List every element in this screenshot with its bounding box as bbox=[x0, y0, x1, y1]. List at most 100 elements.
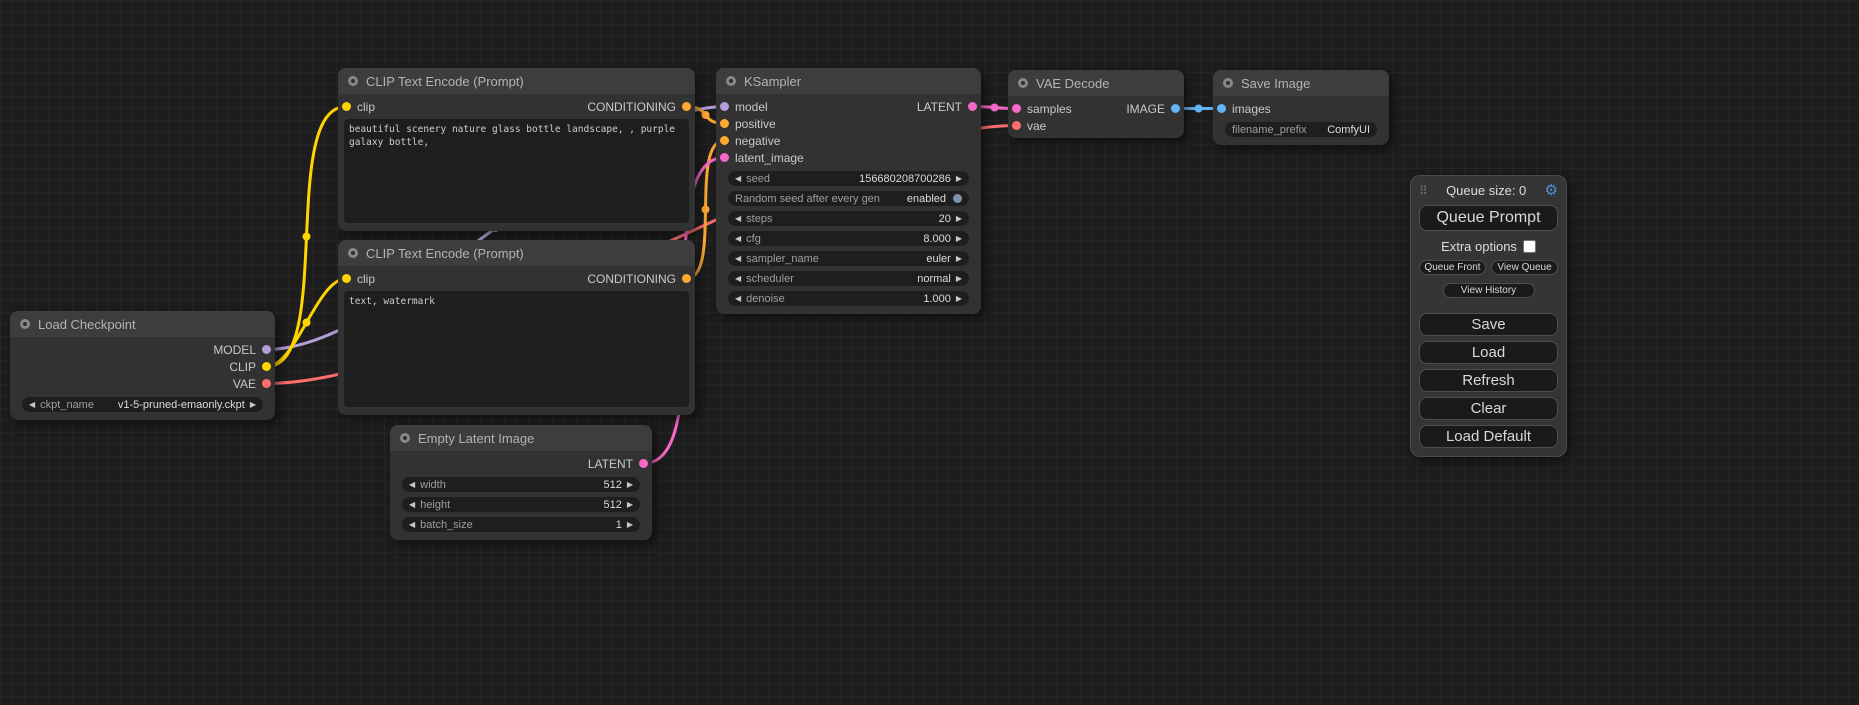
input-slot-negative[interactable] bbox=[720, 136, 729, 145]
node-title-bar[interactable]: Empty Latent Image bbox=[390, 425, 652, 451]
drag-handle-icon[interactable]: ⠿ bbox=[1419, 184, 1428, 198]
decrement-arrow-icon[interactable]: ◀ bbox=[735, 215, 741, 223]
output-slot-latent[interactable] bbox=[968, 102, 977, 111]
decrement-arrow-icon[interactable]: ◀ bbox=[735, 275, 741, 283]
collapse-icon[interactable] bbox=[1223, 78, 1233, 88]
prompt-text-input[interactable]: text, watermark bbox=[344, 291, 689, 407]
decrement-arrow-icon[interactable]: ◀ bbox=[735, 175, 741, 183]
increment-arrow-icon[interactable]: ▶ bbox=[250, 401, 256, 409]
save-button[interactable]: Save bbox=[1419, 313, 1558, 336]
input-slot-clip[interactable] bbox=[342, 102, 351, 111]
node-vae-decode[interactable]: VAE Decode samples IMAGE vae bbox=[1008, 70, 1184, 138]
decrement-arrow-icon[interactable]: ◀ bbox=[409, 521, 415, 529]
queue-prompt-button[interactable]: Queue Prompt bbox=[1419, 205, 1558, 231]
node-clip-text-encode-positive[interactable]: CLIP Text Encode (Prompt) clip CONDITION… bbox=[338, 68, 695, 231]
load-button[interactable]: Load bbox=[1419, 341, 1558, 364]
increment-arrow-icon[interactable]: ▶ bbox=[627, 481, 633, 489]
widget-value: ComfyUI bbox=[1327, 124, 1370, 136]
widget-height[interactable]: ◀ height 512 ▶ bbox=[402, 497, 640, 512]
collapse-icon[interactable] bbox=[20, 319, 30, 329]
view-queue-button[interactable]: View Queue bbox=[1491, 260, 1558, 275]
output-slot-clip[interactable] bbox=[262, 362, 271, 371]
node-ksampler[interactable]: KSampler model LATENT positive bbox=[716, 68, 981, 314]
widget-width[interactable]: ◀ width 512 ▶ bbox=[402, 477, 640, 492]
input-slot-clip[interactable] bbox=[342, 274, 351, 283]
comfy-menu-panel: ⠿ Queue size: 0 ⚙ Queue Prompt Extra opt… bbox=[1410, 175, 1567, 457]
output-slot-vae[interactable] bbox=[262, 379, 271, 388]
widget-sampler-name[interactable]: ◀ sampler_name euler ▶ bbox=[728, 251, 969, 266]
slot-label: model bbox=[735, 100, 768, 114]
collapse-icon[interactable] bbox=[348, 248, 358, 258]
collapse-icon[interactable] bbox=[348, 76, 358, 86]
collapse-icon[interactable] bbox=[1018, 78, 1028, 88]
collapse-icon[interactable] bbox=[726, 76, 736, 86]
decrement-arrow-icon[interactable]: ◀ bbox=[735, 295, 741, 303]
slot-row: images bbox=[1213, 100, 1389, 117]
node-title: Load Checkpoint bbox=[38, 317, 136, 332]
slot-row: VAE bbox=[10, 375, 275, 392]
decrement-arrow-icon[interactable]: ◀ bbox=[735, 255, 741, 263]
input-slot-model[interactable] bbox=[720, 102, 729, 111]
input-slot-latent-image[interactable] bbox=[720, 153, 729, 162]
increment-arrow-icon[interactable]: ▶ bbox=[956, 175, 962, 183]
input-slot-vae[interactable] bbox=[1012, 121, 1021, 130]
decrement-arrow-icon[interactable]: ◀ bbox=[735, 235, 741, 243]
extra-options-label: Extra options bbox=[1441, 239, 1517, 254]
graph-canvas[interactable]: Load Checkpoint MODEL CLIP VAE bbox=[0, 0, 1859, 705]
output-slot-latent[interactable] bbox=[639, 459, 648, 468]
widget-scheduler[interactable]: ◀ scheduler normal ▶ bbox=[728, 271, 969, 286]
node-title-bar[interactable]: CLIP Text Encode (Prompt) bbox=[338, 68, 695, 94]
slot-row: MODEL bbox=[10, 341, 275, 358]
widget-ckpt-name[interactable]: ◀ ckpt_name v1-5-pruned-emaonly.ckpt ▶ bbox=[22, 397, 263, 412]
refresh-button[interactable]: Refresh bbox=[1419, 369, 1558, 392]
node-title-bar[interactable]: CLIP Text Encode (Prompt) bbox=[338, 240, 695, 266]
extra-options-checkbox[interactable] bbox=[1523, 240, 1536, 253]
widget-name: steps bbox=[746, 213, 772, 225]
decrement-arrow-icon[interactable]: ◀ bbox=[409, 481, 415, 489]
increment-arrow-icon[interactable]: ▶ bbox=[627, 521, 633, 529]
settings-gear-icon[interactable]: ⚙ bbox=[1545, 183, 1558, 198]
widget-batch-size[interactable]: ◀ batch_size 1 ▶ bbox=[402, 517, 640, 532]
input-slot-samples[interactable] bbox=[1012, 104, 1021, 113]
node-load-checkpoint[interactable]: Load Checkpoint MODEL CLIP VAE bbox=[10, 311, 275, 420]
increment-arrow-icon[interactable]: ▶ bbox=[956, 235, 962, 243]
output-slot-conditioning[interactable] bbox=[682, 102, 691, 111]
node-title-bar[interactable]: Load Checkpoint bbox=[10, 311, 275, 337]
queue-buttons-row: Queue Front View Queue bbox=[1419, 260, 1558, 275]
clear-button[interactable]: Clear bbox=[1419, 397, 1558, 420]
increment-arrow-icon[interactable]: ▶ bbox=[956, 275, 962, 283]
view-history-button[interactable]: View History bbox=[1443, 283, 1535, 298]
node-title-bar[interactable]: VAE Decode bbox=[1008, 70, 1184, 96]
node-title-bar[interactable]: Save Image bbox=[1213, 70, 1389, 96]
increment-arrow-icon[interactable]: ▶ bbox=[956, 215, 962, 223]
input-slot-positive[interactable] bbox=[720, 119, 729, 128]
node-title: KSampler bbox=[744, 74, 801, 89]
load-default-button[interactable]: Load Default bbox=[1419, 425, 1558, 448]
increment-arrow-icon[interactable]: ▶ bbox=[956, 295, 962, 303]
output-slot-conditioning[interactable] bbox=[682, 274, 691, 283]
widget-filename-prefix[interactable]: filename_prefix ComfyUI bbox=[1225, 122, 1377, 137]
widget-denoise[interactable]: ◀ denoise 1.000 ▶ bbox=[728, 291, 969, 306]
decrement-arrow-icon[interactable]: ◀ bbox=[409, 501, 415, 509]
node-clip-text-encode-negative[interactable]: CLIP Text Encode (Prompt) clip CONDITION… bbox=[338, 240, 695, 415]
widget-random-seed-toggle[interactable]: Random seed after every gen enabled bbox=[728, 191, 969, 206]
increment-arrow-icon[interactable]: ▶ bbox=[627, 501, 633, 509]
node-title: Save Image bbox=[1241, 76, 1310, 91]
slot-label: samples bbox=[1027, 102, 1072, 116]
widget-steps[interactable]: ◀ steps 20 ▶ bbox=[728, 211, 969, 226]
decrement-arrow-icon[interactable]: ◀ bbox=[29, 401, 35, 409]
widget-cfg[interactable]: ◀ cfg 8.000 ▶ bbox=[728, 231, 969, 246]
slot-label: CONDITIONING bbox=[587, 100, 676, 114]
widget-seed[interactable]: ◀ seed 156680208700286 ▶ bbox=[728, 171, 969, 186]
prompt-text-input[interactable]: beautiful scenery nature glass bottle la… bbox=[344, 119, 689, 223]
collapse-icon[interactable] bbox=[400, 433, 410, 443]
queue-front-button[interactable]: Queue Front bbox=[1419, 260, 1486, 275]
increment-arrow-icon[interactable]: ▶ bbox=[956, 255, 962, 263]
output-slot-model[interactable] bbox=[262, 345, 271, 354]
node-empty-latent-image[interactable]: Empty Latent Image LATENT ◀ width 512 ▶ … bbox=[390, 425, 652, 540]
input-slot-images[interactable] bbox=[1217, 104, 1226, 113]
output-slot-image[interactable] bbox=[1171, 104, 1180, 113]
toggle-dot-icon[interactable] bbox=[953, 194, 962, 203]
node-title-bar[interactable]: KSampler bbox=[716, 68, 981, 94]
node-save-image[interactable]: Save Image images filename_prefix ComfyU… bbox=[1213, 70, 1389, 145]
